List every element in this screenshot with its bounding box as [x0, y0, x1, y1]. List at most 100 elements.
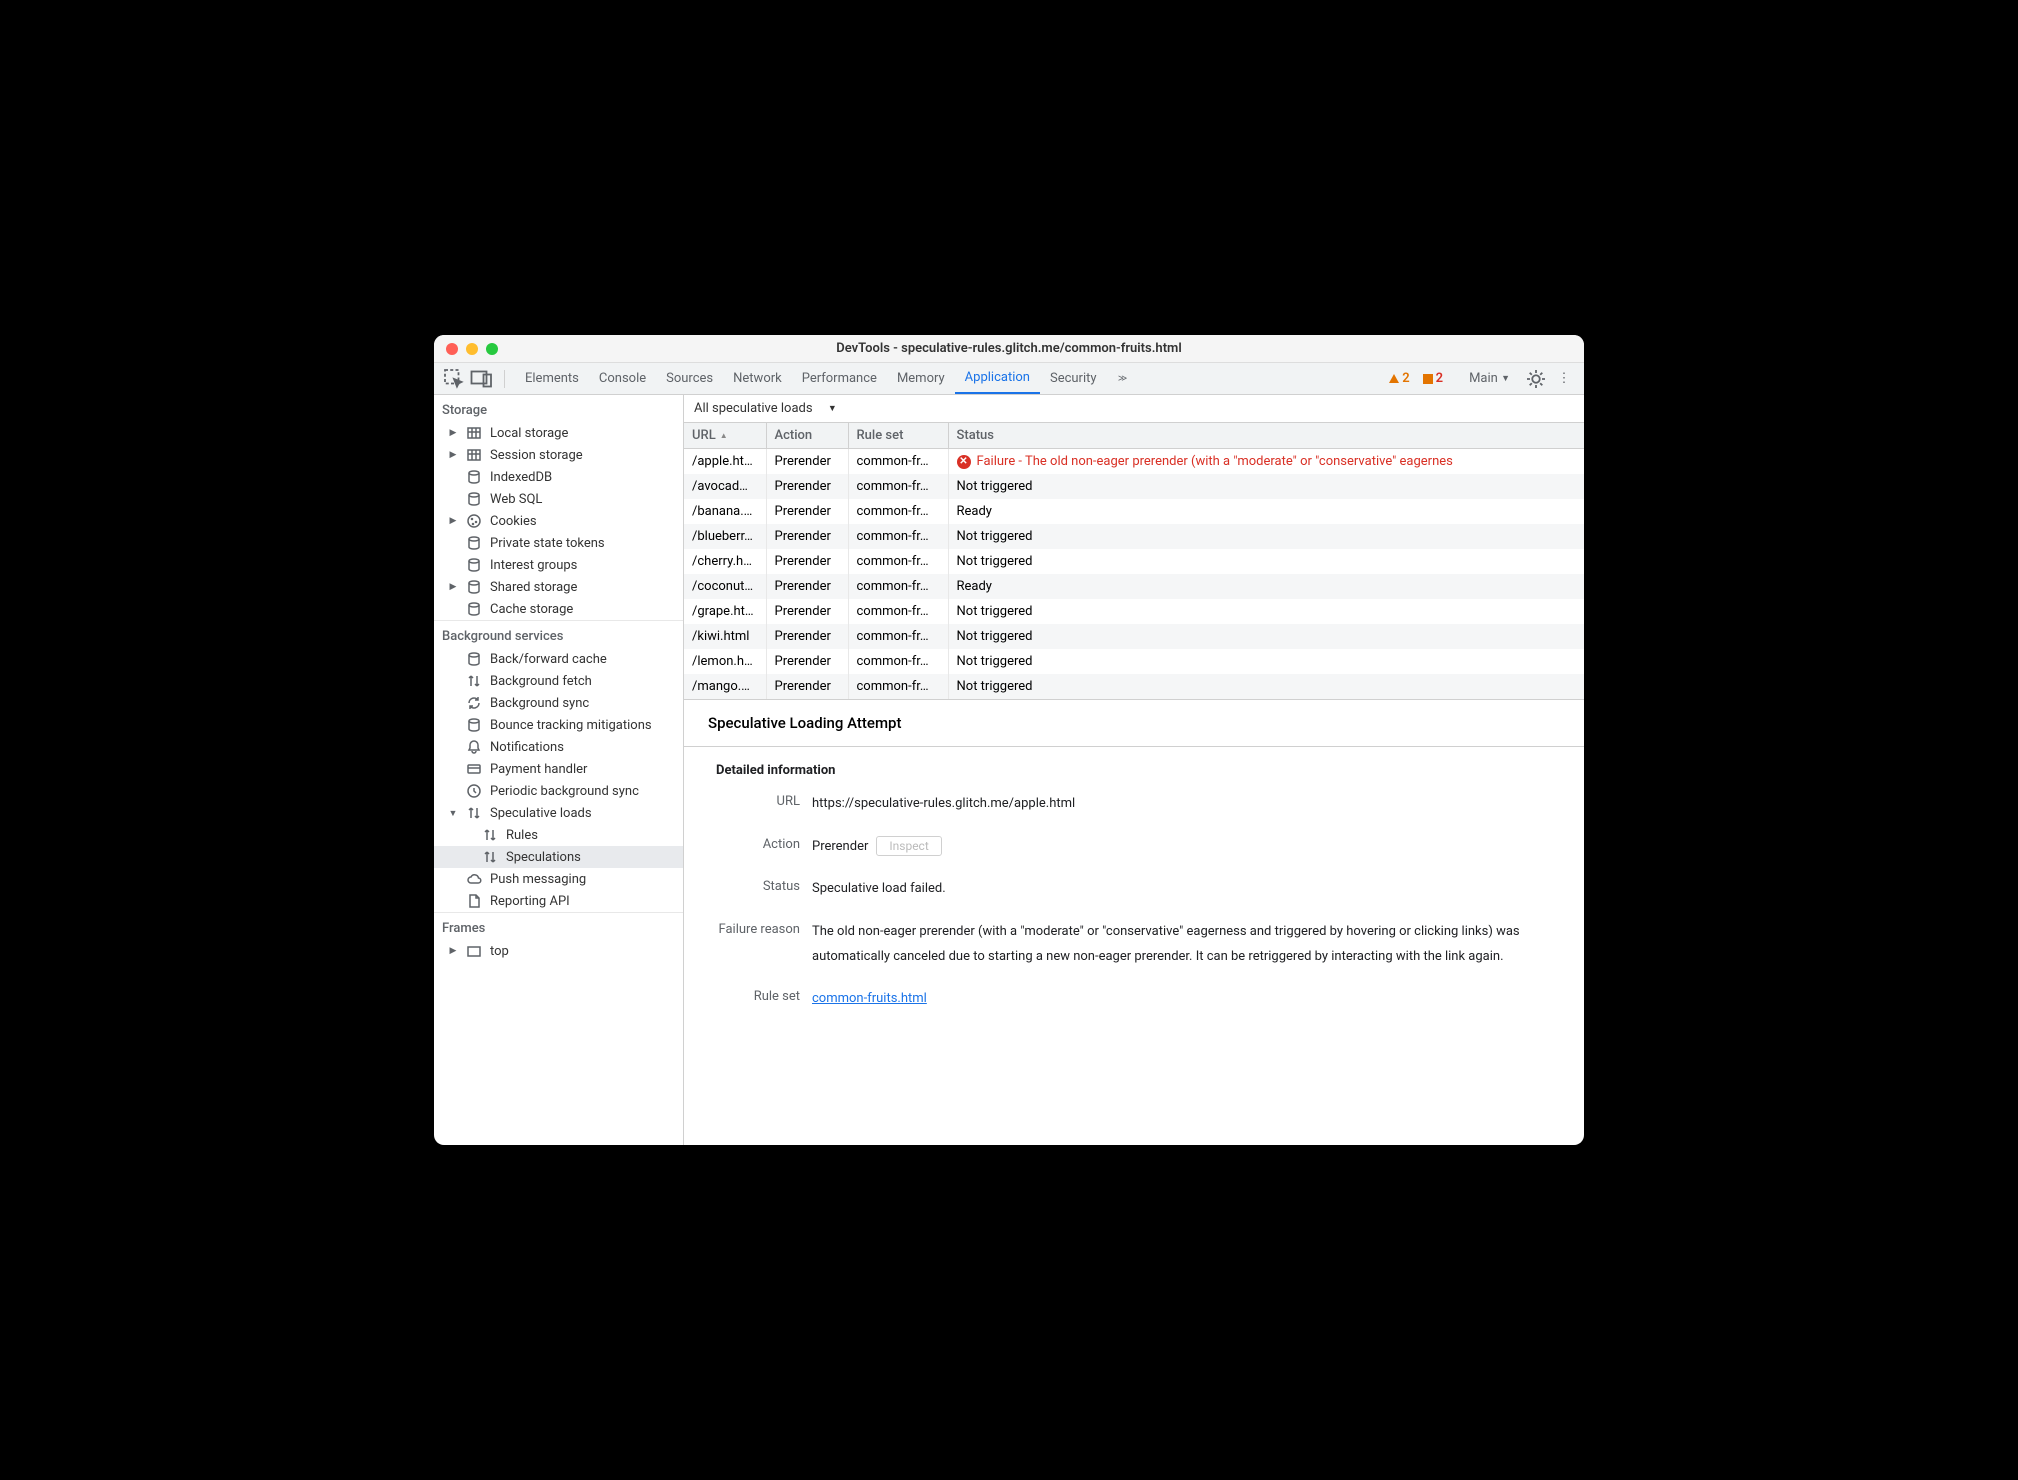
sidebar-item-speculative-loads[interactable]: ▼Speculative loads: [434, 802, 683, 824]
panel-tab-sources[interactable]: Sources: [656, 363, 723, 394]
settings-icon[interactable]: [1524, 367, 1548, 391]
panel-tab-performance[interactable]: Performance: [792, 363, 887, 394]
sidebar-item-periodic-background-sync[interactable]: Periodic background sync: [434, 780, 683, 802]
speculations-table: URL▲ActionRule setStatus /apple.htmlPrer…: [684, 423, 1584, 700]
sidebar-section-storage: Storage: [434, 395, 683, 422]
main-toolbar: ElementsConsoleSourcesNetworkPerformance…: [434, 363, 1584, 395]
sidebar-item-payment-handler[interactable]: Payment handler: [434, 758, 683, 780]
sidebar-item-label: Web SQL: [490, 492, 542, 507]
sidebar-item-back-forward-cache[interactable]: Back/forward cache: [434, 648, 683, 670]
cell-action: Prerender: [766, 674, 848, 699]
detail-panel: Speculative Loading Attempt Detailed inf…: [684, 700, 1584, 1145]
panel-tab-security[interactable]: Security: [1040, 363, 1107, 394]
sidebar-item-cookies[interactable]: ▶Cookies: [434, 510, 683, 532]
sidebar-item-label: Rules: [506, 828, 538, 843]
sidebar-item-speculations[interactable]: Speculations: [434, 846, 683, 868]
sidebar-item-interest-groups[interactable]: Interest groups: [434, 554, 683, 576]
close-icon[interactable]: [446, 343, 458, 355]
panel-tab-memory[interactable]: Memory: [887, 363, 955, 394]
filter-dropdown[interactable]: All speculative loads ▼: [684, 395, 1584, 423]
traffic-lights: [446, 343, 498, 355]
col-header-rule-set[interactable]: Rule set: [848, 423, 948, 449]
cell-ruleset: common-fr…: [848, 674, 948, 699]
sync-icon: [466, 695, 482, 711]
panel-tab-network[interactable]: Network: [723, 363, 792, 394]
detail-section-title: Detailed information: [708, 763, 1560, 778]
inspect-button[interactable]: Inspect: [876, 836, 941, 856]
cell-url: /avocad…: [684, 474, 766, 499]
sidebar-item-background-sync[interactable]: Background sync: [434, 692, 683, 714]
table-row[interactable]: /avocad…Prerendercommon-fr…Not triggered: [684, 474, 1584, 499]
grid-icon: [466, 447, 482, 463]
table-row[interactable]: /kiwi.htmlPrerendercommon-fr…Not trigger…: [684, 624, 1584, 649]
device-toolbar-icon[interactable]: [470, 367, 494, 391]
errors-badge[interactable]: 2: [1422, 371, 1443, 386]
col-header-action[interactable]: Action: [766, 423, 848, 449]
sidebar-item-cache-storage[interactable]: Cache storage: [434, 598, 683, 620]
cell-status: Not triggered: [948, 474, 1584, 499]
sidebar-item-shared-storage[interactable]: ▶Shared storage: [434, 576, 683, 598]
cell-status: Not triggered: [948, 599, 1584, 624]
db-icon: [466, 579, 482, 595]
sidebar-section-frames: Frames: [434, 912, 683, 940]
cell-action: Prerender: [766, 599, 848, 624]
sidebar-item-local-storage[interactable]: ▶Local storage: [434, 422, 683, 444]
warnings-badge[interactable]: 2: [1388, 371, 1409, 386]
inspect-element-icon[interactable]: [442, 367, 466, 391]
col-header-status[interactable]: Status: [948, 423, 1584, 449]
sidebar-item-web-sql[interactable]: Web SQL: [434, 488, 683, 510]
sidebar-item-push-messaging[interactable]: Push messaging: [434, 868, 683, 890]
frame-icon: [466, 943, 482, 959]
sidebar-item-background-fetch[interactable]: Background fetch: [434, 670, 683, 692]
detail-failure-label: Failure reason: [708, 920, 800, 937]
db-icon: [466, 491, 482, 507]
cell-url: /grape.html: [684, 599, 766, 624]
table-row[interactable]: /grape.htmlPrerendercommon-fr…Not trigge…: [684, 599, 1584, 624]
cell-action: Prerender: [766, 624, 848, 649]
table-row[interactable]: /banana.…Prerendercommon-fr…Ready: [684, 499, 1584, 524]
ruleset-link[interactable]: common-fruits.html: [812, 991, 927, 1006]
more-tabs-icon[interactable]: ≫: [1111, 367, 1135, 391]
sidebar-item-private-state-tokens[interactable]: Private state tokens: [434, 532, 683, 554]
cell-action: Prerender: [766, 474, 848, 499]
detail-failure-value: The old non-eager prerender (with a "mod…: [812, 920, 1560, 969]
table-row[interactable]: /blueberr…Prerendercommon-fr…Not trigger…: [684, 524, 1584, 549]
cell-url: /apple.html: [684, 449, 766, 475]
sidebar-item-label: Cache storage: [490, 602, 573, 617]
table-row[interactable]: /coconut…Prerendercommon-fr…Ready: [684, 574, 1584, 599]
sidebar-item-indexeddb[interactable]: IndexedDB: [434, 466, 683, 488]
table-row[interactable]: /cherry.h…Prerendercommon-fr…Not trigger…: [684, 549, 1584, 574]
cell-ruleset: common-fr…: [848, 474, 948, 499]
sidebar-item-top[interactable]: ▶top: [434, 940, 683, 962]
panel-tab-application[interactable]: Application: [955, 363, 1040, 394]
panel-tab-console[interactable]: Console: [589, 363, 656, 394]
updown-icon: [482, 849, 498, 865]
table-row[interactable]: /lemon.h…Prerendercommon-fr…Not triggere…: [684, 649, 1584, 674]
updown-icon: [466, 805, 482, 821]
minimize-icon[interactable]: [466, 343, 478, 355]
sidebar-item-label: Local storage: [490, 426, 568, 441]
more-menu-icon[interactable]: ⋮: [1552, 367, 1576, 391]
sidebar-item-bounce-tracking-mitigations[interactable]: Bounce tracking mitigations: [434, 714, 683, 736]
sidebar-item-notifications[interactable]: Notifications: [434, 736, 683, 758]
cell-action: Prerender: [766, 574, 848, 599]
cell-action: Prerender: [766, 649, 848, 674]
sidebar-item-reporting-api[interactable]: Reporting API: [434, 890, 683, 912]
sidebar-item-rules[interactable]: Rules: [434, 824, 683, 846]
cell-status: Not triggered: [948, 624, 1584, 649]
content-panel: All speculative loads ▼ URL▲ActionRule s…: [684, 395, 1584, 1145]
cell-status: Ready: [948, 499, 1584, 524]
sidebar-item-session-storage[interactable]: ▶Session storage: [434, 444, 683, 466]
sidebar-item-label: Interest groups: [490, 558, 577, 573]
table-row[interactable]: /apple.htmlPrerendercommon-fr…✕Failure -…: [684, 449, 1584, 475]
detail-ruleset-value: common-fruits.html: [812, 987, 1560, 1012]
cell-url: /coconut…: [684, 574, 766, 599]
panel-tab-elements[interactable]: Elements: [515, 363, 589, 394]
col-header-url[interactable]: URL▲: [684, 423, 766, 449]
db-icon: [466, 535, 482, 551]
table-row[interactable]: /mango.…Prerendercommon-fr…Not triggered: [684, 674, 1584, 699]
cell-url: /cherry.h…: [684, 549, 766, 574]
target-selector[interactable]: Main ▼: [1459, 363, 1520, 394]
db-icon: [466, 469, 482, 485]
maximize-icon[interactable]: [486, 343, 498, 355]
